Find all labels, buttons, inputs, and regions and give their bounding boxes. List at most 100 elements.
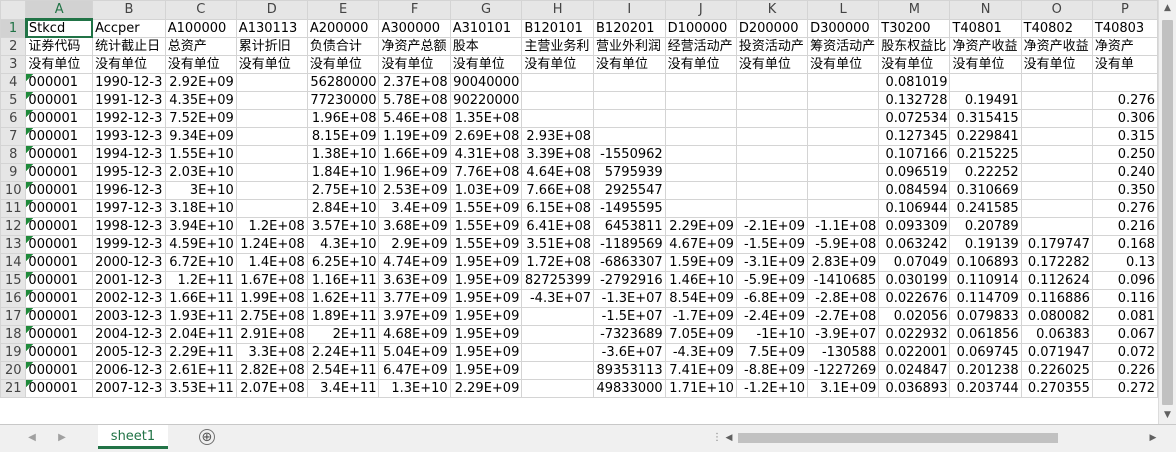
cell[interactable]: 000001 bbox=[25, 235, 94, 254]
cell[interactable] bbox=[235, 127, 308, 146]
column-header-b[interactable]: B bbox=[92, 0, 166, 20]
column-header-a[interactable]: A bbox=[25, 0, 94, 20]
scroll-up-icon[interactable]: ▲ bbox=[1159, 0, 1176, 17]
cell[interactable]: 0.315 bbox=[1091, 127, 1158, 146]
cell[interactable]: 0.127345 bbox=[878, 127, 951, 146]
cell[interactable]: -1.2E+10 bbox=[735, 379, 809, 398]
cell[interactable]: 7.41E+09 bbox=[664, 361, 737, 380]
row-header[interactable]: 12 bbox=[0, 217, 27, 236]
cell[interactable] bbox=[521, 343, 594, 362]
cell[interactable]: 1.35E+08 bbox=[449, 109, 523, 128]
cell[interactable]: 1.66E+11 bbox=[164, 289, 237, 308]
cell[interactable]: 3.4E+09 bbox=[378, 199, 451, 218]
cell[interactable]: 营业外利润 bbox=[593, 37, 666, 56]
cell[interactable] bbox=[664, 127, 737, 146]
cell[interactable]: 2.53E+09 bbox=[378, 181, 451, 200]
cell[interactable]: 2.03E+10 bbox=[164, 163, 237, 182]
cell[interactable] bbox=[807, 127, 880, 146]
cell[interactable]: 000001 bbox=[25, 253, 94, 272]
cell[interactable]: 1.66E+09 bbox=[378, 145, 451, 164]
row-header[interactable]: 16 bbox=[0, 289, 27, 308]
cell[interactable]: 0.081019 bbox=[878, 73, 951, 92]
cell[interactable]: 2004-12-3 bbox=[92, 325, 166, 344]
cell[interactable]: 0.096519 bbox=[878, 163, 951, 182]
cell[interactable]: T40802 bbox=[1020, 18, 1093, 38]
cell[interactable]: 0.072534 bbox=[878, 109, 951, 128]
cell[interactable]: 0.276 bbox=[1091, 91, 1158, 110]
cell[interactable]: 90040000 bbox=[449, 73, 523, 92]
row-header[interactable]: 2 bbox=[0, 37, 27, 56]
cell[interactable]: 1.95E+09 bbox=[449, 253, 523, 272]
cell[interactable]: B120201 bbox=[593, 18, 666, 38]
row-header[interactable]: 14 bbox=[0, 253, 27, 272]
cell[interactable]: 1.67E+08 bbox=[235, 271, 308, 290]
cell[interactable]: 2.54E+11 bbox=[306, 361, 380, 380]
cell[interactable]: 1.72E+08 bbox=[521, 253, 594, 272]
cell[interactable]: 净资产收益 bbox=[949, 37, 1022, 56]
cell[interactable]: -1410685 bbox=[807, 271, 880, 290]
cell[interactable]: 5.78E+08 bbox=[378, 91, 451, 110]
cell[interactable] bbox=[593, 73, 666, 92]
cell[interactable]: 000001 bbox=[25, 271, 94, 290]
cell[interactable]: 0.072 bbox=[1091, 343, 1158, 362]
cell[interactable]: 1.3E+10 bbox=[378, 379, 451, 398]
cell[interactable]: 0.080082 bbox=[1020, 307, 1093, 326]
row-header[interactable]: 1 bbox=[0, 18, 27, 38]
cell[interactable]: 49833000 bbox=[593, 379, 666, 398]
cell[interactable]: 1.71E+10 bbox=[664, 379, 737, 398]
cell[interactable]: -2.7E+08 bbox=[807, 307, 880, 326]
cell[interactable] bbox=[735, 73, 809, 92]
cell[interactable]: 2.92E+09 bbox=[164, 73, 237, 92]
cell[interactable] bbox=[735, 163, 809, 182]
cell[interactable]: -1.5E+07 bbox=[593, 307, 666, 326]
cell[interactable]: 000001 bbox=[25, 325, 94, 344]
cell[interactable]: 2.75E+08 bbox=[235, 307, 308, 326]
cell[interactable]: 没有单位 bbox=[664, 55, 737, 74]
row-header[interactable]: 4 bbox=[0, 73, 27, 92]
cell[interactable] bbox=[664, 199, 737, 218]
cell[interactable]: 0.240 bbox=[1091, 163, 1158, 182]
column-header-f[interactable]: F bbox=[378, 0, 451, 20]
cell[interactable]: 000001 bbox=[25, 127, 94, 146]
cell[interactable]: 6.41E+08 bbox=[521, 217, 594, 236]
cell[interactable]: -2.4E+09 bbox=[735, 307, 809, 326]
cell[interactable]: T40803 bbox=[1091, 18, 1158, 38]
cell[interactable]: 股本 bbox=[449, 37, 523, 56]
cell[interactable]: 0.106944 bbox=[878, 199, 951, 218]
cell[interactable]: 3.39E+08 bbox=[521, 145, 594, 164]
cell[interactable]: 没有单位 bbox=[25, 55, 94, 74]
cell[interactable]: -3.9E+07 bbox=[807, 325, 880, 344]
cell[interactable]: 0.229841 bbox=[949, 127, 1022, 146]
cell[interactable]: -1495595 bbox=[593, 199, 666, 218]
cell[interactable]: 累计折旧 bbox=[235, 37, 308, 56]
cell[interactable]: 1992-12-3 bbox=[92, 109, 166, 128]
cell[interactable]: 000001 bbox=[25, 289, 94, 308]
cell[interactable]: 1997-12-3 bbox=[92, 199, 166, 218]
cell[interactable]: 净资产 bbox=[1091, 37, 1158, 56]
cell[interactable]: 4.74E+09 bbox=[378, 253, 451, 272]
cell[interactable] bbox=[521, 361, 594, 380]
cell[interactable]: -1.3E+07 bbox=[593, 289, 666, 308]
cell[interactable]: 0.112624 bbox=[1020, 271, 1093, 290]
cell[interactable]: 0.067 bbox=[1091, 325, 1158, 344]
cell[interactable]: 3.4E+11 bbox=[306, 379, 380, 398]
cell[interactable]: -4.3E+09 bbox=[664, 343, 737, 362]
cell[interactable]: 0.203744 bbox=[949, 379, 1022, 398]
cell[interactable]: 1.55E+10 bbox=[164, 145, 237, 164]
cell[interactable]: 0.350 bbox=[1091, 181, 1158, 200]
cell[interactable] bbox=[735, 109, 809, 128]
cell[interactable]: 6453811 bbox=[593, 217, 666, 236]
cell[interactable]: 1.84E+10 bbox=[306, 163, 380, 182]
cell[interactable]: T30200 bbox=[878, 18, 951, 38]
cell[interactable]: 000001 bbox=[25, 361, 94, 380]
cell[interactable] bbox=[735, 145, 809, 164]
cell[interactable]: 1.99E+08 bbox=[235, 289, 308, 308]
cell[interactable] bbox=[593, 127, 666, 146]
cell[interactable] bbox=[235, 91, 308, 110]
cell[interactable]: 筹资活动产 bbox=[807, 37, 880, 56]
horizontal-scroll-thumb[interactable] bbox=[738, 433, 1058, 443]
cell[interactable]: -1.5E+09 bbox=[735, 235, 809, 254]
cell[interactable]: -2.1E+09 bbox=[735, 217, 809, 236]
cell[interactable]: 2002-12-3 bbox=[92, 289, 166, 308]
cell[interactable]: 5.04E+09 bbox=[378, 343, 451, 362]
